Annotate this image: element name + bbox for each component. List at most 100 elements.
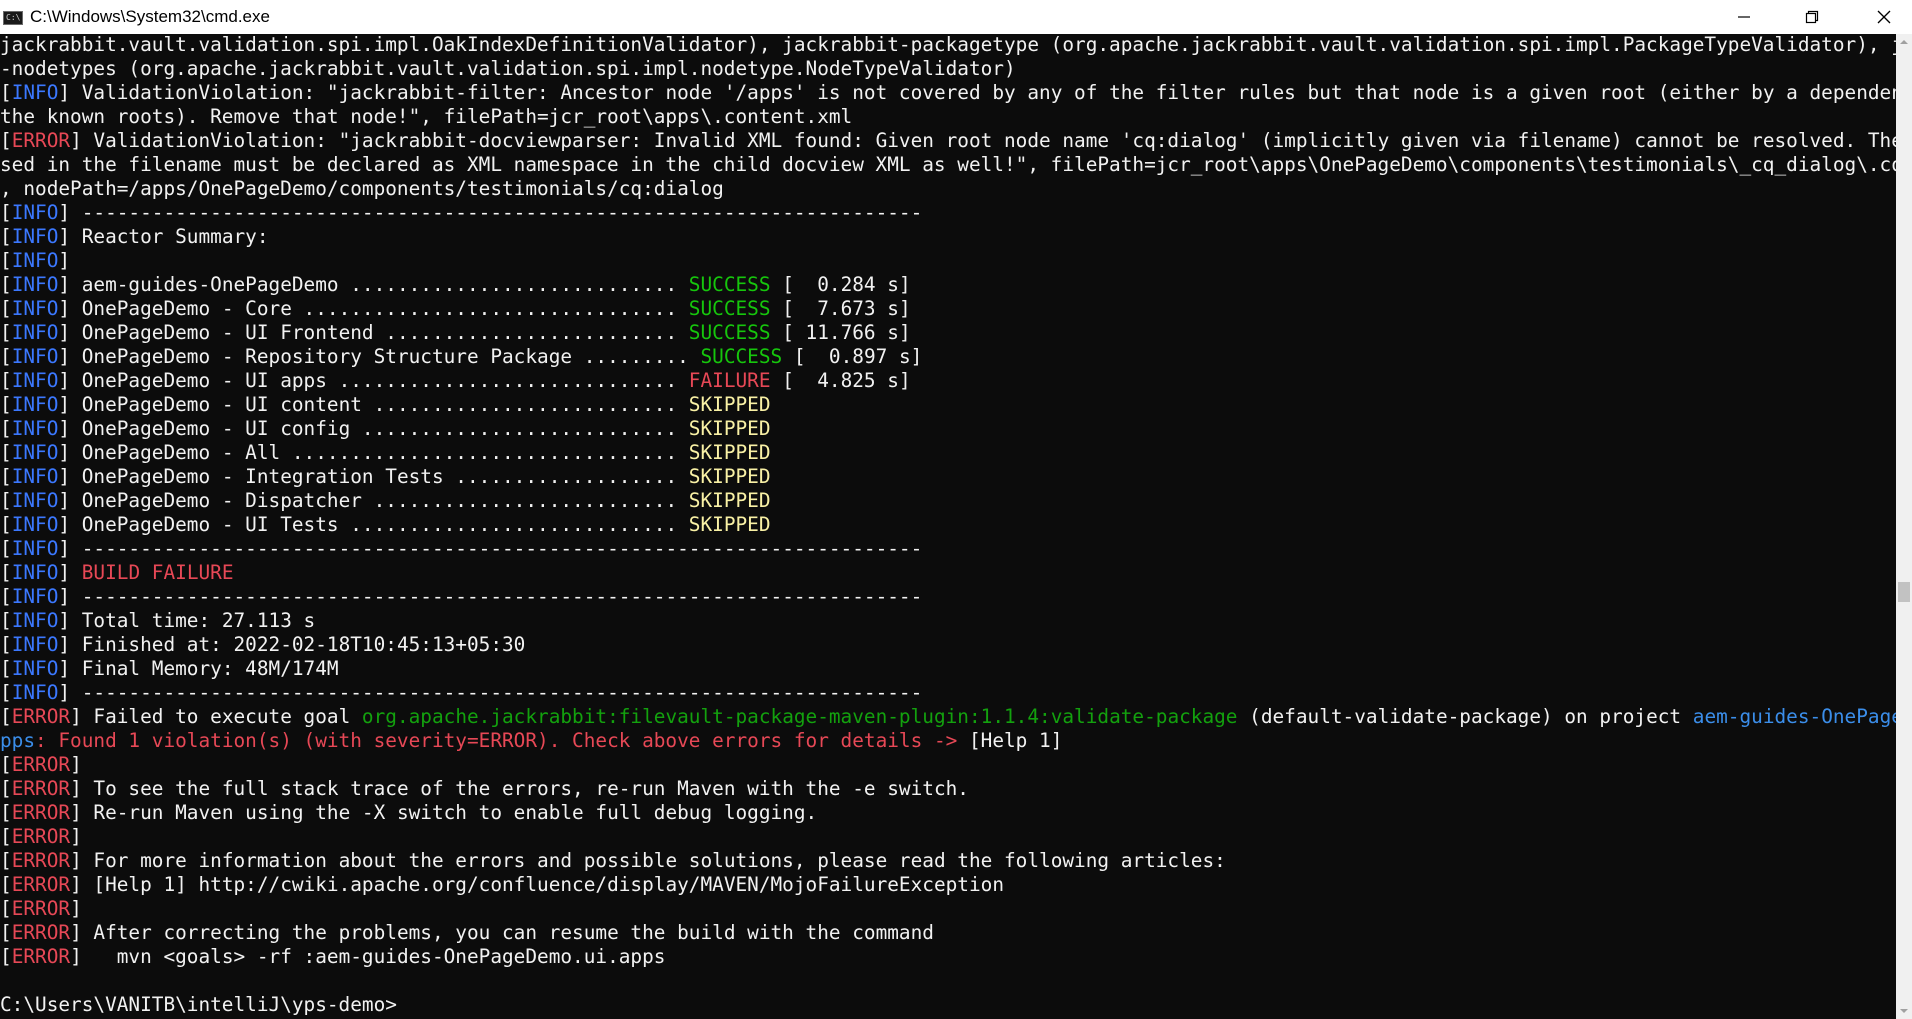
console-text: [ xyxy=(0,369,12,392)
console-text: ERROR xyxy=(11,777,71,800)
console-text: ] OnePageDemo - UI config ..............… xyxy=(58,417,689,440)
console-text: ] xyxy=(70,897,82,920)
console-text: SUCCESS xyxy=(688,273,771,296)
console-text: [ xyxy=(0,441,12,464)
console-text: ERROR xyxy=(11,945,71,968)
console-text: ] [Help 1] http://cwiki.apache.org/confl… xyxy=(70,873,1004,896)
console-line: -nodetypes (org.apache.jackrabbit.vault.… xyxy=(0,57,1016,81)
minimize-button[interactable] xyxy=(1716,0,1772,34)
console-text: ] OnePageDemo - UI Frontend ............… xyxy=(58,321,689,344)
console-text: SUCCESS xyxy=(700,345,783,368)
console-text: ] xyxy=(58,561,82,584)
console-text: [ xyxy=(0,513,12,536)
minimize-icon xyxy=(1738,16,1750,18)
console-text: BUILD FAILURE xyxy=(81,561,234,584)
console-text: ] After correcting the problems, you can… xyxy=(70,921,934,944)
console-text: ERROR xyxy=(11,849,71,872)
console-text: aem-guides-OnePageDemo.ui.a xyxy=(1692,705,1896,728)
cmd-app-icon[interactable]: C:\ xyxy=(3,11,23,25)
console-line: [ERROR] xyxy=(0,825,82,849)
console-text: SKIPPED xyxy=(688,513,771,536)
console-text: SKIPPED xyxy=(688,393,771,416)
console-text: INFO xyxy=(11,537,59,560)
console-text: ] OnePageDemo - Dispatcher .............… xyxy=(58,489,689,512)
console-line: jackrabbit.vault.validation.spi.impl.Oak… xyxy=(0,34,1896,57)
console-line: [INFO] Reactor Summary: xyxy=(0,225,269,249)
console-line: [INFO] OnePageDemo - UI Frontend .......… xyxy=(0,321,911,345)
maximize-button[interactable] xyxy=(1784,0,1840,34)
console-text: ] Re-run Maven using the -X switch to en… xyxy=(70,801,818,824)
console-text: [ xyxy=(0,81,12,104)
console-text: sed in the filename must be declared as … xyxy=(0,153,1896,176)
console-text: [ xyxy=(0,537,12,560)
console-text: [ xyxy=(0,753,12,776)
console-text: ] aem-guides-OnePageDemo ...............… xyxy=(58,273,689,296)
console-text: INFO xyxy=(11,585,59,608)
close-button[interactable] xyxy=(1856,0,1912,34)
console-text: : Found 1 violation(s) (with severity=ER… xyxy=(35,729,969,752)
console-line: , nodePath=/apps/OnePageDemo/components/… xyxy=(0,177,724,201)
console-text: C:\Users\VANITB\intelliJ\yps-demo> xyxy=(0,993,397,1016)
console-line: [INFO] OnePageDemo - UI config .........… xyxy=(0,417,771,441)
console-text: [ xyxy=(0,633,12,656)
console-text: ERROR xyxy=(11,129,71,152)
console-text: ] mvn <goals> -rf :aem-guides-OnePageDem… xyxy=(70,945,666,968)
console-line: [INFO] Final Memory: 48M/174M xyxy=(0,657,339,681)
console-output[interactable]: jackrabbit.vault.validation.spi.impl.Oak… xyxy=(0,34,1896,1019)
console-text: ] Failed to execute goal xyxy=(70,705,362,728)
console-text: [ xyxy=(0,657,12,680)
console-text: INFO xyxy=(11,249,59,272)
console-line: [ERROR] Re-run Maven using the -X switch… xyxy=(0,801,817,825)
console-text: [Help 1] xyxy=(968,729,1063,752)
console-text: [ xyxy=(0,465,12,488)
console-line: [INFO] OnePageDemo - Core ..............… xyxy=(0,297,911,321)
console-text: ] Final Memory: 48M/174M xyxy=(58,657,339,680)
console-text: ] OnePageDemo - Integration Tests ......… xyxy=(58,465,689,488)
console-text: ] Total time: 27.113 s xyxy=(58,609,316,632)
console-text: , nodePath=/apps/OnePageDemo/components/… xyxy=(0,177,724,200)
console-line: [ERROR] Failed to execute goal org.apach… xyxy=(0,705,1896,729)
console-text: ] xyxy=(58,249,71,272)
console-text: ] To see the full stack trace of the err… xyxy=(70,777,969,800)
console-line: the known roots). Remove that node!", fi… xyxy=(0,105,852,129)
title-bar[interactable]: C:\ C:\Windows\System32\cmd.exe xyxy=(0,0,1912,34)
console-text: INFO xyxy=(11,609,59,632)
console-line: pps: Found 1 violation(s) (with severity… xyxy=(0,729,1062,753)
console-text: ] Finished at: 2022-02-18T10:45:13+05:30 xyxy=(58,633,526,656)
console-line: [INFO] OnePageDemo - All ...............… xyxy=(0,441,771,465)
console-text: SUCCESS xyxy=(688,297,771,320)
console-text: INFO xyxy=(11,369,59,392)
scroll-down-arrow-icon[interactable] xyxy=(1896,1003,1912,1019)
console-text: [ xyxy=(0,393,12,416)
console-text: ] --------------------------------------… xyxy=(58,681,923,704)
console-text: ERROR xyxy=(11,753,71,776)
console-line: [INFO] ValidationViolation: "jackrabbit-… xyxy=(0,81,1896,105)
console-text: ] OnePageDemo - All ....................… xyxy=(58,441,689,464)
console-text: the known roots). Remove that node!", fi… xyxy=(0,105,853,128)
console-text: [ xyxy=(0,945,12,968)
console-text: INFO xyxy=(11,561,59,584)
console-line: [ERROR] ValidationViolation: "jackrabbit… xyxy=(0,129,1896,153)
scrollbar-thumb[interactable] xyxy=(1898,582,1910,602)
console-text: INFO xyxy=(11,273,59,296)
console-line: [INFO] OnePageDemo - Integration Tests .… xyxy=(0,465,771,489)
console-line: [INFO] ---------------------------------… xyxy=(0,201,922,225)
console-text: ERROR xyxy=(11,705,71,728)
console-text: org.apache.jackrabbit:filevault-package-… xyxy=(361,705,1238,728)
console-text: ] xyxy=(70,825,82,848)
console-text: ] For more information about the errors … xyxy=(70,849,1226,872)
scroll-up-arrow-icon[interactable] xyxy=(1896,34,1912,50)
console-text: [ 0.897 s] xyxy=(782,345,923,368)
console-text: [ xyxy=(0,561,12,584)
console-line: [INFO] OnePageDemo - Repository Structur… xyxy=(0,345,922,369)
console-text: INFO xyxy=(11,681,59,704)
console-text: [ xyxy=(0,825,12,848)
console-text: [ xyxy=(0,921,12,944)
console-text: INFO xyxy=(11,345,59,368)
console-text: SKIPPED xyxy=(688,489,771,512)
console-text: INFO xyxy=(11,465,59,488)
console-line: [INFO] OnePageDemo - UI Tests ..........… xyxy=(0,513,771,537)
console-text: [ xyxy=(0,249,12,272)
vertical-scrollbar[interactable] xyxy=(1896,34,1912,1019)
console-text: [ xyxy=(0,873,12,896)
